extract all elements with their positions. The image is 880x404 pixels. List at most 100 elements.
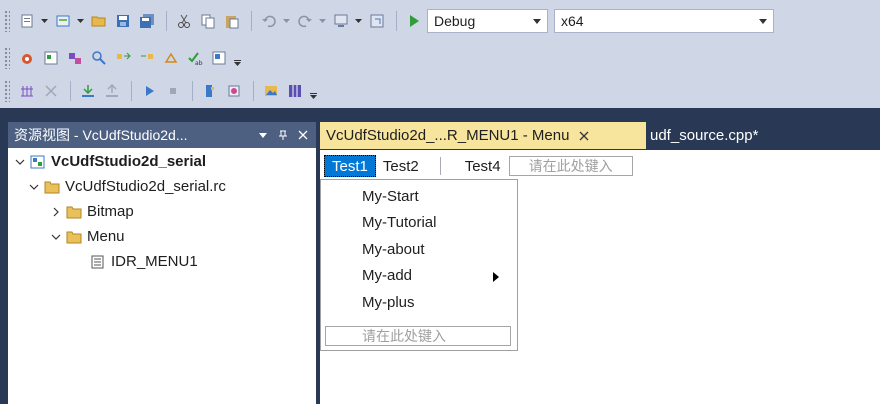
menu-item-my-add[interactable]: My-add xyxy=(321,263,517,290)
chevron-down-icon[interactable] xyxy=(76,10,84,32)
copy-icon[interactable] xyxy=(197,10,219,32)
menu-item-my-about[interactable]: My-about xyxy=(321,236,517,263)
tree-item-label: IDR_MENU1 xyxy=(111,253,198,270)
toolbar-separator xyxy=(251,11,252,31)
tab-label: udf_source.cpp* xyxy=(650,127,759,144)
menu-item-label: My-add xyxy=(362,267,413,285)
save-all-icon[interactable] xyxy=(136,10,158,32)
open-file-icon[interactable] xyxy=(88,10,110,32)
toolbar-overflow-icon[interactable] xyxy=(308,80,318,102)
toolbar-grip[interactable] xyxy=(4,80,10,102)
toolbar-overflow-icon[interactable] xyxy=(232,47,242,69)
chevron-down-icon[interactable] xyxy=(26,179,42,195)
close-icon[interactable] xyxy=(577,129,591,143)
tree-item-label: Bitmap xyxy=(87,203,134,220)
chevron-down-icon[interactable] xyxy=(12,154,28,170)
tab-menu-editor[interactable]: VcUdfStudio2d_...R_MENU1 - Menu xyxy=(320,122,646,149)
menu-item-my-plus[interactable]: My-plus xyxy=(321,289,517,316)
configuration-select[interactable]: Debug xyxy=(427,9,548,33)
chevron-down-icon[interactable] xyxy=(282,10,290,32)
chevron-down-icon[interactable] xyxy=(354,10,362,32)
breakpoint-icon[interactable] xyxy=(223,80,245,102)
toolbar-separator xyxy=(70,81,71,101)
chevron-down-icon[interactable] xyxy=(48,229,64,245)
menu-item-test2[interactable]: Test2 xyxy=(376,155,426,177)
paste-icon[interactable] xyxy=(221,10,243,32)
tree-item-menu[interactable]: Menu xyxy=(8,224,316,249)
align-left-icon[interactable] xyxy=(112,47,134,69)
chevron-down-icon[interactable] xyxy=(533,19,541,24)
submenu-arrow-icon xyxy=(493,271,499,282)
tab-label: VcUdfStudio2d_...R_MENU1 - Menu xyxy=(326,127,570,144)
tab-order-icon[interactable] xyxy=(160,47,182,69)
folder-icon xyxy=(44,179,60,195)
find-icon[interactable] xyxy=(88,47,110,69)
platform-value: x64 xyxy=(561,13,584,29)
debug-toolbar xyxy=(0,74,880,108)
test-icon[interactable] xyxy=(40,80,62,102)
menu-item-my-start[interactable]: My-Start xyxy=(321,183,517,210)
svg-text:abc: abc xyxy=(195,60,203,66)
columns-icon[interactable] xyxy=(284,80,306,102)
menu-item-test1[interactable]: Test1 xyxy=(324,155,376,177)
menu-bar: Test1 Test2 Test4 请在此处键入 xyxy=(324,154,633,178)
configuration-value: Debug xyxy=(434,13,476,29)
bookmark-icon[interactable] xyxy=(199,80,221,102)
undo-icon[interactable] xyxy=(258,10,280,32)
resource-toolbar: abc xyxy=(0,42,880,74)
stop-icon[interactable] xyxy=(162,80,184,102)
chevron-right-icon[interactable] xyxy=(48,204,64,220)
navigate-icon[interactable] xyxy=(330,10,352,32)
toolbar-grip[interactable] xyxy=(4,10,10,32)
redo-icon[interactable] xyxy=(294,10,316,32)
resource-tree: VcUdfStudio2d_serial VcUdfStudio2d_seria… xyxy=(8,148,316,274)
menu-item-label: My-about xyxy=(362,240,425,258)
menu-dropdown: My-Start My-Tutorial My-about My-add My-… xyxy=(320,179,518,351)
tree-item-label: VcUdfStudio2d_serial.rc xyxy=(65,178,226,195)
download-icon[interactable] xyxy=(77,80,99,102)
tree-item-rc-file[interactable]: VcUdfStudio2d_serial.rc xyxy=(8,174,316,199)
play-icon[interactable] xyxy=(138,80,160,102)
tab-udf-source[interactable]: udf_source.cpp* xyxy=(650,122,758,149)
image-editor-icon[interactable] xyxy=(260,80,282,102)
new-project-icon[interactable] xyxy=(16,10,38,32)
add-item-icon[interactable] xyxy=(52,10,74,32)
menu-item-label: Test1 xyxy=(332,157,368,175)
chevron-down-icon[interactable] xyxy=(254,126,272,144)
resource-icon[interactable] xyxy=(64,47,86,69)
spell-check-icon[interactable]: abc xyxy=(184,47,206,69)
chevron-down-icon[interactable] xyxy=(318,10,326,32)
menu-type-here-placeholder[interactable]: 请在此处键入 xyxy=(508,156,633,176)
close-icon[interactable] xyxy=(294,126,312,144)
menu-item-test4[interactable]: Test4 xyxy=(463,155,503,177)
menu-separator xyxy=(439,157,441,175)
pin-icon[interactable] xyxy=(274,126,292,144)
grid-icon[interactable] xyxy=(16,80,38,102)
tree-item-label: Menu xyxy=(87,228,125,245)
navigate-forward-icon[interactable] xyxy=(366,10,388,32)
upload-icon[interactable] xyxy=(101,80,123,102)
toolbar-separator xyxy=(131,81,132,101)
panel-title: 资源视图 - VcUdfStudio2d... xyxy=(14,127,188,143)
chevron-down-icon[interactable] xyxy=(759,19,767,24)
toolbar-grip[interactable] xyxy=(4,47,10,69)
tree-item-idr-menu1[interactable]: IDR_MENU1 xyxy=(8,249,316,274)
menu-item-my-tutorial[interactable]: My-Tutorial xyxy=(321,210,517,237)
tree-item-bitmap[interactable]: Bitmap xyxy=(8,199,316,224)
save-icon[interactable] xyxy=(112,10,134,32)
start-debug-icon[interactable] xyxy=(403,10,425,32)
format-icon[interactable] xyxy=(208,47,230,69)
menu-editor-canvas: Test1 Test2 Test4 请在此处键入 My-Start My-Tut… xyxy=(320,150,880,404)
align-right-icon[interactable] xyxy=(136,47,158,69)
folder-icon xyxy=(66,229,82,245)
class-wizard-icon[interactable] xyxy=(40,47,62,69)
tree-item-project[interactable]: VcUdfStudio2d_serial xyxy=(8,149,316,174)
cut-icon[interactable] xyxy=(173,10,195,32)
menu-item-label: My-plus xyxy=(362,293,415,311)
menu-type-here-placeholder[interactable]: 请在此处键入 xyxy=(325,326,511,346)
panel-header: 资源视图 - VcUdfStudio2d... xyxy=(8,122,316,148)
platform-select[interactable]: x64 xyxy=(554,9,774,33)
toolbar-separator xyxy=(166,11,167,31)
build-icon[interactable] xyxy=(16,47,38,69)
chevron-down-icon[interactable] xyxy=(40,10,48,32)
